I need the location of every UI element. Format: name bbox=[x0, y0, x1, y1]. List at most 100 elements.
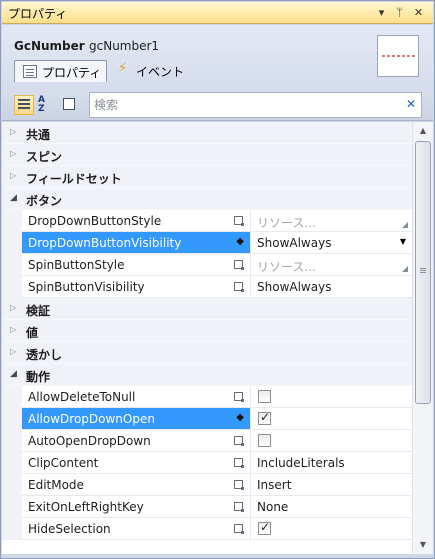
collapsed-arrow-icon[interactable]: ▷ bbox=[10, 325, 16, 334]
tab-events[interactable]: ⚡ イベント bbox=[114, 60, 194, 82]
category-row[interactable]: ▷ スピン bbox=[2, 144, 412, 166]
property-row[interactable]: AllowDeleteToNull bbox=[2, 386, 412, 408]
property-pages-button[interactable] bbox=[60, 95, 80, 115]
property-value-cell[interactable]: ShowAlways bbox=[252, 276, 412, 298]
category-name: ボタン bbox=[26, 194, 63, 208]
property-row[interactable]: HideSelection bbox=[2, 518, 412, 540]
property-row[interactable]: ExitOnLeftRightKey None bbox=[2, 496, 412, 518]
property-marker-icon[interactable] bbox=[234, 436, 244, 446]
property-checkbox[interactable] bbox=[258, 410, 271, 425]
property-value[interactable]: None bbox=[257, 500, 288, 514]
expanded-arrow-icon[interactable]: ◢ bbox=[10, 193, 17, 203]
category-row[interactable]: ◢ 動作 bbox=[2, 364, 412, 386]
title-bar[interactable]: プロパティ ▾ ᛘ ✕ bbox=[2, 2, 433, 24]
property-value[interactable]: Insert bbox=[257, 478, 291, 492]
pin-icon[interactable]: ᛘ bbox=[392, 4, 407, 21]
property-name-cell[interactable]: ClipContent bbox=[22, 452, 251, 474]
property-marker-icon[interactable] bbox=[234, 458, 244, 468]
property-row[interactable]: SpinButtonStyle リソース... bbox=[2, 254, 412, 276]
collapsed-arrow-icon[interactable]: ▷ bbox=[10, 303, 16, 312]
category-row[interactable]: ▷ 共通 bbox=[2, 122, 412, 144]
property-name: SpinButtonStyle bbox=[28, 258, 125, 272]
property-value[interactable]: IncludeLiterals bbox=[257, 456, 345, 470]
property-name-cell[interactable]: EditMode bbox=[22, 474, 251, 496]
scroll-up-icon[interactable]: ▲ bbox=[413, 122, 433, 140]
property-name-cell[interactable]: DropDownButtonVisibility ◆ bbox=[22, 232, 251, 254]
property-row[interactable]: AutoOpenDropDown bbox=[2, 430, 412, 452]
property-checkbox[interactable] bbox=[258, 434, 271, 447]
tab-properties[interactable]: プロパティ bbox=[14, 60, 107, 82]
property-value-cell[interactable]: None bbox=[252, 496, 412, 518]
category-row[interactable]: ▷ フィールドセット bbox=[2, 166, 412, 188]
property-marker-icon[interactable] bbox=[234, 216, 244, 226]
property-row[interactable]: AllowDropDownOpen ◆ bbox=[2, 408, 412, 430]
chevron-down-icon[interactable]: ▼ bbox=[400, 237, 406, 246]
sort-alphabetical-icon: AZ bbox=[38, 95, 45, 114]
scrollbar-thumb[interactable] bbox=[415, 141, 431, 404]
category-name: 値 bbox=[26, 326, 39, 340]
property-value-cell[interactable]: IncludeLiterals bbox=[252, 452, 412, 474]
collapsed-arrow-icon[interactable]: ▷ bbox=[10, 171, 16, 180]
expanded-arrow-icon[interactable]: ◢ bbox=[10, 369, 17, 379]
collapsed-arrow-icon[interactable]: ▷ bbox=[10, 347, 16, 356]
property-marker-icon[interactable] bbox=[234, 260, 244, 270]
collapsed-arrow-icon[interactable]: ▷ bbox=[10, 127, 16, 136]
property-checkbox[interactable] bbox=[258, 390, 271, 403]
property-marker-icon[interactable] bbox=[234, 524, 244, 534]
scroll-down-icon[interactable]: ▼ bbox=[413, 536, 433, 554]
property-value-cell[interactable]: ShowAlways ▼ bbox=[252, 232, 412, 254]
property-value[interactable]: ShowAlways bbox=[257, 236, 331, 250]
properties-window: プロパティ ▾ ᛘ ✕ GcNumber gcNumber1 プロパティ ⚡ イ… bbox=[0, 0, 435, 559]
property-name-cell[interactable]: DropDownButtonStyle bbox=[22, 210, 251, 232]
property-marker-icon[interactable] bbox=[234, 502, 244, 512]
property-value-cell[interactable] bbox=[252, 408, 412, 430]
categorized-view-button[interactable] bbox=[14, 95, 34, 115]
property-marker-icon[interactable] bbox=[234, 392, 244, 402]
property-checkbox[interactable] bbox=[258, 520, 271, 535]
category-row[interactable]: ▷ 透かし bbox=[2, 342, 412, 364]
property-name-cell[interactable]: ExitOnLeftRightKey bbox=[22, 496, 251, 518]
search-input[interactable] bbox=[94, 96, 394, 114]
property-row[interactable]: DropDownButtonVisibility ◆ ShowAlways ▼ bbox=[2, 232, 412, 254]
category-row[interactable]: ▷ 値 bbox=[2, 320, 412, 342]
property-marker-icon[interactable] bbox=[234, 282, 244, 292]
clear-search-icon[interactable]: ✕ bbox=[406, 97, 416, 111]
alphabetical-sort-button[interactable]: AZ bbox=[36, 95, 56, 115]
property-marker-diamond-icon[interactable]: ◆ bbox=[236, 236, 244, 247]
property-row[interactable]: SpinButtonVisibility ShowAlways bbox=[2, 276, 412, 298]
property-name-cell[interactable]: AutoOpenDropDown bbox=[22, 430, 251, 452]
property-value-cell[interactable]: リソース... bbox=[252, 210, 412, 232]
property-row[interactable]: DropDownButtonStyle リソース... bbox=[2, 210, 412, 232]
property-row[interactable]: EditMode Insert bbox=[2, 474, 412, 496]
category-row[interactable]: ◢ ボタン bbox=[2, 188, 412, 210]
row-gutter bbox=[2, 496, 22, 518]
property-value-cell[interactable]: リソース... bbox=[252, 254, 412, 276]
property-name: AllowDeleteToNull bbox=[28, 390, 136, 404]
property-name-cell[interactable]: SpinButtonVisibility bbox=[22, 276, 251, 298]
close-icon[interactable]: ✕ bbox=[411, 4, 426, 21]
property-name-cell[interactable]: AllowDropDownOpen ◆ bbox=[22, 408, 251, 430]
property-marker-diamond-icon[interactable]: ◆ bbox=[236, 412, 244, 423]
window-menu-dropdown-icon[interactable]: ▾ bbox=[374, 4, 389, 21]
property-row[interactable]: ClipContent IncludeLiterals bbox=[2, 452, 412, 474]
property-value[interactable]: リソース... bbox=[257, 214, 316, 231]
property-name: HideSelection bbox=[28, 522, 111, 536]
property-value-cell[interactable] bbox=[252, 430, 412, 452]
property-marker-icon[interactable] bbox=[234, 480, 244, 490]
property-value[interactable]: リソース... bbox=[257, 258, 316, 275]
collapsed-arrow-icon[interactable]: ▷ bbox=[10, 149, 16, 158]
property-value-cell[interactable] bbox=[252, 518, 412, 540]
property-grid: ▷ 共通 ▷ スピン ▷ フィールドセット ◢ ボタン DropDownButtonStyle リ… bbox=[2, 122, 412, 554]
property-value-cell[interactable]: Insert bbox=[252, 474, 412, 496]
property-name-cell[interactable]: AllowDeleteToNull bbox=[22, 386, 251, 408]
property-name-cell[interactable]: HideSelection bbox=[22, 518, 251, 540]
property-value[interactable]: ShowAlways bbox=[257, 280, 331, 294]
property-value-cell[interactable] bbox=[252, 386, 412, 408]
resource-editor-icon[interactable] bbox=[402, 222, 408, 228]
category-row[interactable]: ▷ 検証 bbox=[2, 298, 412, 320]
property-name-cell[interactable]: SpinButtonStyle bbox=[22, 254, 251, 276]
vertical-scrollbar[interactable]: ▲ ▼ bbox=[412, 122, 433, 554]
resource-editor-icon[interactable] bbox=[402, 266, 408, 272]
property-pages-icon bbox=[63, 98, 75, 110]
row-gutter bbox=[2, 210, 22, 232]
